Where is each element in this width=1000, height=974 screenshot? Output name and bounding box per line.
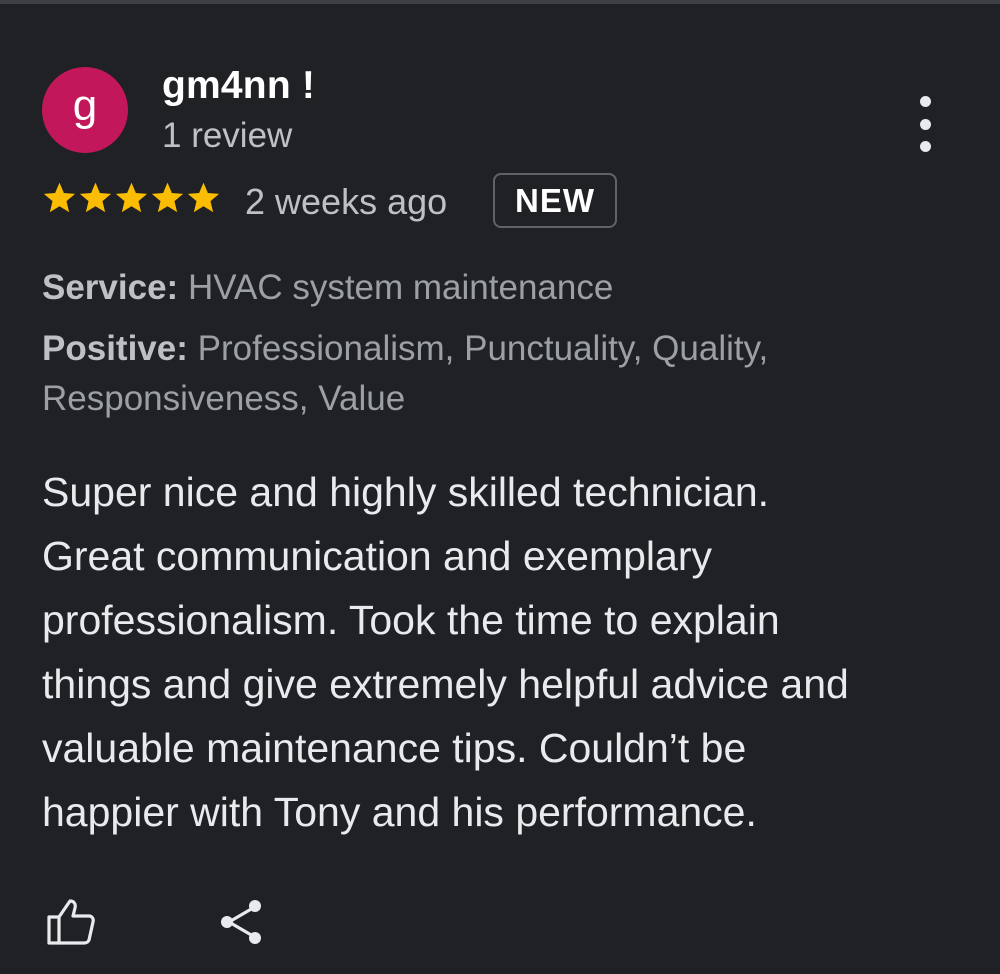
review-text-line: Great communication and exemplary — [42, 533, 712, 579]
positive-label: Positive: — [42, 329, 188, 368]
positive-value: Professionalism, Punctuality, Quality, — [197, 329, 769, 368]
review-text-line: things and give extremely helpful advice… — [42, 661, 849, 707]
avatar[interactable]: g — [42, 67, 128, 153]
star-rating — [42, 180, 221, 215]
service-label: Service: — [42, 268, 179, 307]
review-text-line: valuable maintenance tips. Couldn’t be — [42, 725, 747, 771]
star-icon — [43, 182, 76, 213]
positive-attribute: Positive: Professionalism, Punctuality, … — [42, 323, 768, 375]
new-badge: NEW — [493, 173, 617, 228]
positive-value-continued: Responsiveness, Value — [42, 379, 406, 418]
service-value: HVAC system maintenance — [187, 268, 614, 307]
more-vert-icon-dot — [919, 141, 931, 152]
review-text-line: Super nice and highly skilled technician… — [42, 469, 770, 515]
review-text-line: happier with Tony and his performance. — [42, 789, 757, 835]
more-options-button[interactable] — [905, 96, 945, 152]
positive-attribute-continued: Responsiveness, Value — [42, 373, 405, 425]
review-time: 2 weeks ago — [245, 181, 448, 222]
reviewer-name[interactable]: gm4nn ! — [162, 64, 315, 108]
review-text: Super nice and highly skilled technician… — [42, 460, 962, 844]
more-vert-icon-dot — [919, 118, 931, 130]
star-icon — [187, 182, 220, 213]
review-text-line: professionalism. Took the time to explai… — [42, 597, 780, 643]
more-vert-icon — [919, 96, 931, 107]
avatar-letter: g — [72, 81, 98, 130]
share-button[interactable] — [214, 895, 268, 949]
review-card: g gm4nn ! 1 review 2 weeks ago NEW Servi… — [0, 0, 1000, 974]
like-button[interactable] — [44, 895, 98, 949]
reviewer-review-count: 1 review — [162, 116, 293, 155]
star-icon — [151, 182, 184, 213]
star-icon — [115, 182, 148, 213]
thumbs-up-icon — [47, 899, 95, 945]
star-icon — [79, 182, 112, 213]
share-icon — [221, 900, 261, 944]
service-attribute: Service: HVAC system maintenance — [42, 262, 613, 314]
